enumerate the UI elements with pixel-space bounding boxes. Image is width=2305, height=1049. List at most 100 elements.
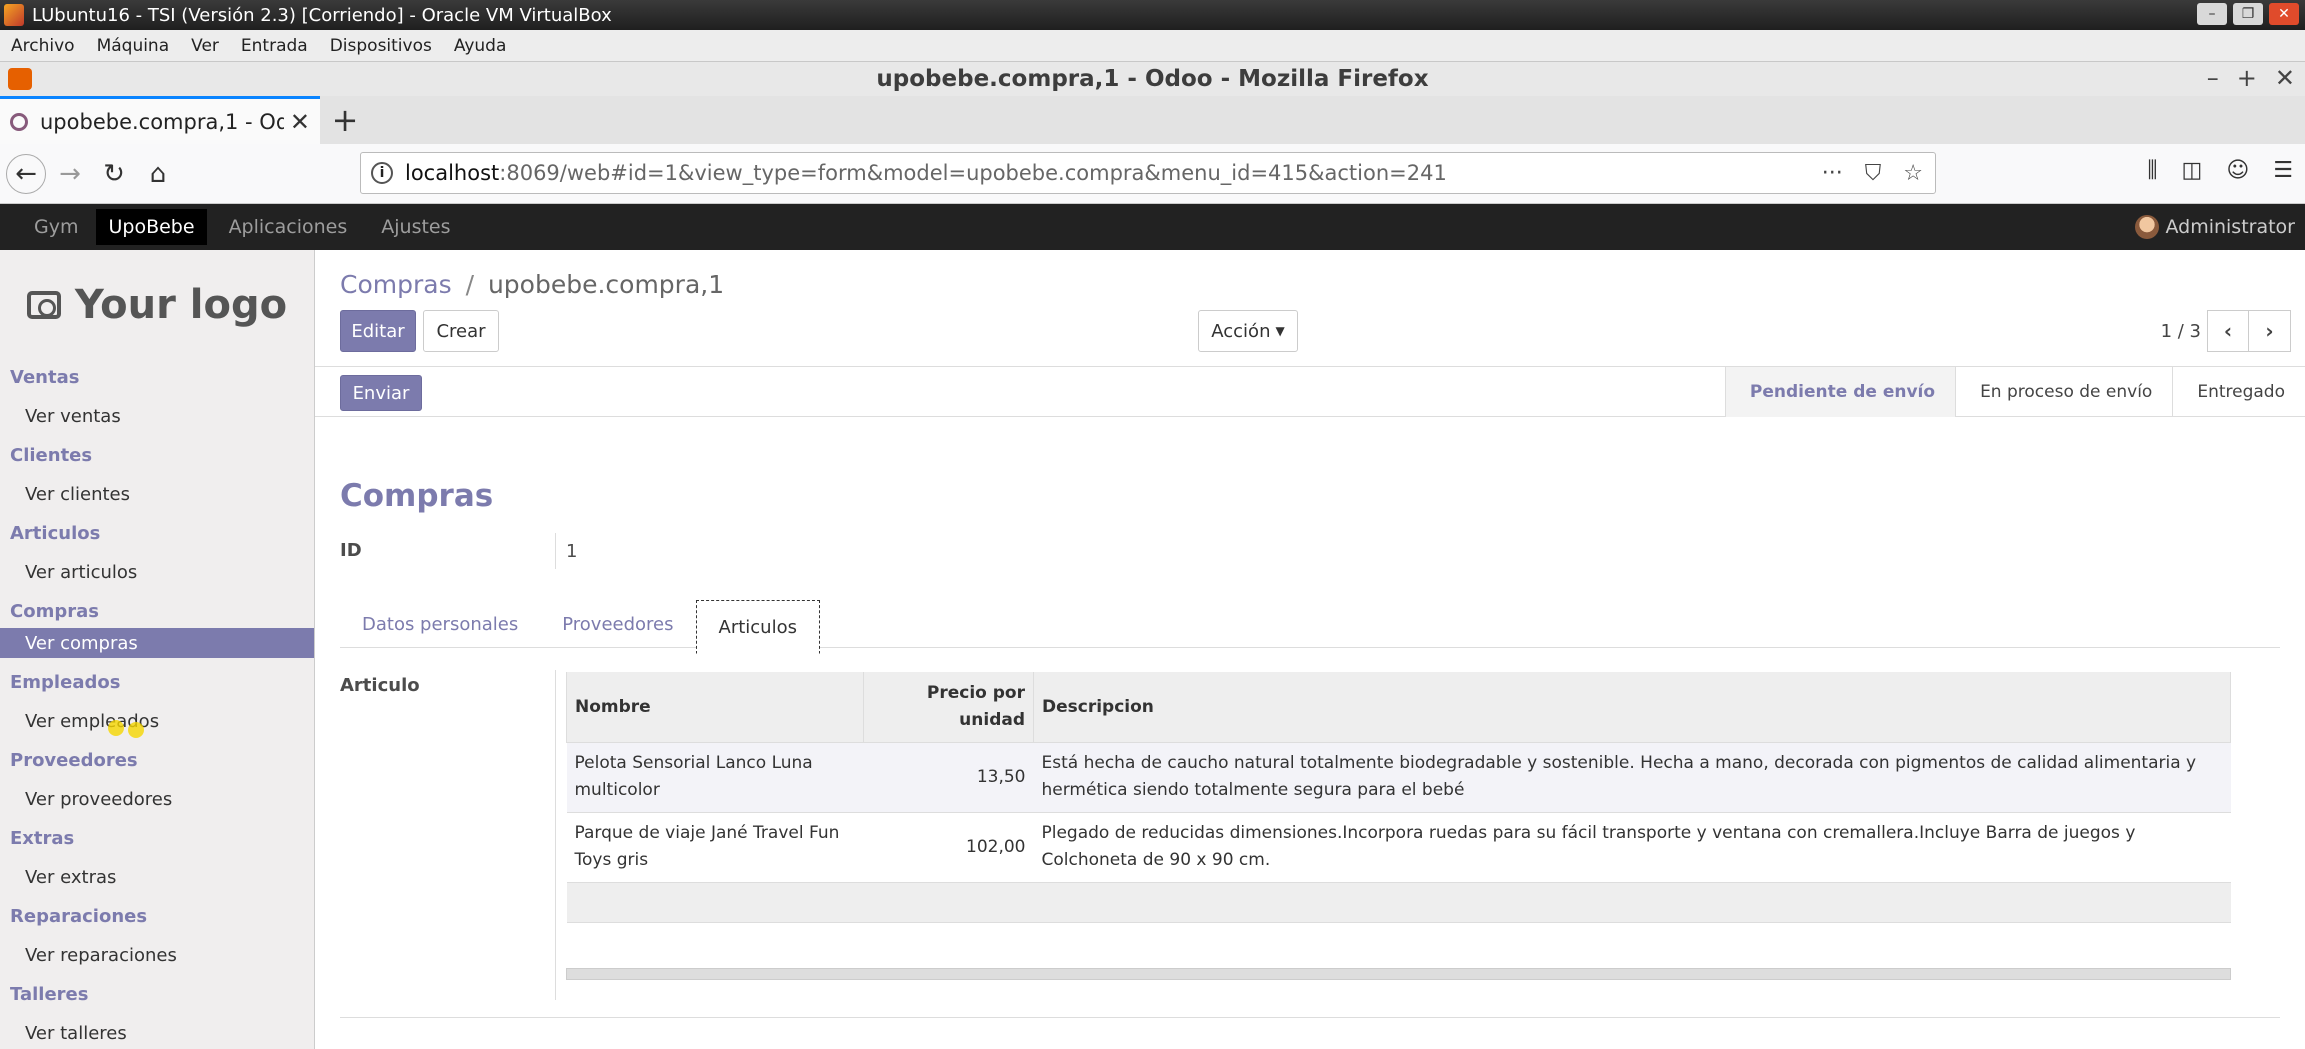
close-button[interactable]: ✕: [2269, 3, 2299, 25]
browser-tab[interactable]: upobebe.compra,1 - Odoo - Mozilla Firefo…: [0, 96, 320, 144]
sidebar-item-ver-talleres[interactable]: Ver talleres: [0, 1011, 314, 1049]
library-icon[interactable]: ⫼: [2147, 158, 2157, 183]
main-content: Compras / upobebe.compra,1 Editar Crear …: [315, 250, 2305, 1049]
app-gym[interactable]: Gym: [22, 209, 90, 245]
sidebar-item-ver-extras[interactable]: Ver extras: [0, 855, 314, 899]
sidebar-item-ver-ventas[interactable]: Ver ventas: [0, 394, 314, 438]
ff-maximize-icon[interactable]: +: [2237, 64, 2257, 92]
hamburger-menu-icon[interactable]: ☰: [2273, 158, 2293, 183]
url-bar[interactable]: i localhost:8069/web#id=1&view_type=form…: [360, 152, 1936, 194]
pager-previous-icon[interactable]: ‹: [2207, 310, 2249, 352]
menu-archivo[interactable]: Archivo: [0, 36, 86, 56]
virtualbox-title-bar: LUbuntu16 - TSI (Versión 2.3) [Corriendo…: [0, 0, 2305, 30]
table-row[interactable]: Parque de viaje Jané Travel Fun Toys gri…: [566, 812, 2231, 883]
sidebar-section-compras: Compras: [10, 600, 99, 622]
pager-next-icon[interactable]: ›: [2249, 310, 2291, 352]
firefox-title-bar: upobebe.compra,1 - Odoo - Mozilla Firefo…: [0, 62, 2305, 96]
edit-button[interactable]: Editar: [340, 310, 416, 352]
minimize-button[interactable]: –: [2197, 3, 2227, 25]
app-aplicaciones[interactable]: Aplicaciones: [217, 209, 360, 245]
menu-ayuda[interactable]: Ayuda: [443, 36, 518, 56]
odoo-main-navbar: Gym UpoBebe Aplicaciones Ajustes Adminis…: [0, 204, 2305, 250]
virtualbox-window-title: LUbuntu16 - TSI (Versión 2.3) [Corriendo…: [32, 4, 612, 26]
sidebar-item-ver-compras[interactable]: Ver compras: [0, 628, 314, 658]
send-button[interactable]: Enviar: [340, 375, 422, 411]
info-icon[interactable]: i: [371, 162, 393, 184]
cell-descripcion: Está hecha de caucho natural totalmente …: [1033, 742, 2231, 813]
breadcrumb-current: upobebe.compra,1: [487, 270, 725, 299]
create-button[interactable]: Crear: [423, 310, 499, 352]
company-logo[interactable]: Your logo: [0, 250, 314, 360]
caret-down-icon: ▼: [1275, 324, 1285, 338]
menu-maquina[interactable]: Máquina: [86, 36, 181, 56]
action-button-label: Acción: [1211, 320, 1271, 342]
page-actions-icon[interactable]: ···: [1822, 161, 1843, 186]
app-upobebe[interactable]: UpoBebe: [96, 209, 207, 245]
sidebar-section-proveedores: Proveedores: [10, 749, 138, 771]
reload-icon[interactable]: ↻: [94, 154, 134, 194]
tab-proveedores[interactable]: Proveedores: [540, 600, 695, 648]
column-header-nombre[interactable]: Nombre: [566, 672, 864, 743]
url-host: localhost: [405, 161, 500, 185]
tab-datos-personales[interactable]: Datos personales: [340, 600, 540, 648]
ff-minimize-icon[interactable]: –: [2207, 64, 2219, 92]
tab-articulos[interactable]: Articulos: [695, 600, 820, 654]
cell-descripcion: Plegado de reducidas dimensiones.Incorpo…: [1033, 812, 2231, 883]
horizontal-scrollbar[interactable]: [566, 968, 2231, 980]
menu-ver[interactable]: Ver: [180, 36, 230, 56]
pocket-icon[interactable]: ⛉: [1865, 161, 1882, 186]
menu-entrada[interactable]: Entrada: [230, 36, 319, 56]
firefox-tab-strip: upobebe.compra,1 - Odoo - Mozilla Firefo…: [0, 96, 2305, 144]
action-dropdown-button[interactable]: Acción ▼: [1198, 310, 1298, 352]
sidebar: Your logo Ventas Ver ventas Clientes Ver…: [0, 250, 315, 1049]
breadcrumb-separator: /: [465, 270, 474, 299]
form-statusbar: Enviar Pendiente de envío En proceso de …: [315, 367, 2305, 417]
firefox-window-title: upobebe.compra,1 - Odoo - Mozilla Firefo…: [876, 66, 1429, 92]
table-row[interactable]: Pelota Sensorial Lanco Luna multicolor 1…: [566, 742, 2231, 813]
restore-button[interactable]: ❐: [2233, 3, 2263, 25]
close-tab-icon[interactable]: ✕: [290, 108, 310, 136]
table-empty-row: [566, 882, 2231, 923]
articulos-table: Nombre Precio por unidad Descripcion Pel…: [566, 672, 2231, 923]
cell-precio: 13,50: [863, 742, 1034, 813]
sidebar-section-ventas: Ventas: [10, 366, 80, 388]
cell-nombre: Parque de viaje Jané Travel Fun Toys gri…: [566, 812, 864, 883]
sidebar-item-ver-reparaciones[interactable]: Ver reparaciones: [0, 933, 314, 977]
new-tab-icon[interactable]: +: [320, 96, 370, 144]
sidebar-section-clientes: Clientes: [10, 444, 93, 466]
stage-entregado[interactable]: Entregado: [2172, 367, 2305, 417]
pager: 1 / 3 ‹ ›: [2161, 310, 2291, 352]
app-ajustes[interactable]: Ajustes: [369, 209, 462, 245]
sidebar-item-ver-clientes[interactable]: Ver clientes: [0, 472, 314, 516]
column-header-precio[interactable]: Precio por unidad: [863, 672, 1034, 743]
browser-tab-title: upobebe.compra,1 - Odoo - Mozilla Firefo…: [40, 109, 284, 134]
firefox-nav-bar: ← → ↻ ⌂ i localhost:8069/web#id=1&view_t…: [0, 144, 2305, 204]
sidebar-section-talleres: Talleres: [10, 983, 89, 1005]
articulos-list: Nombre Precio por unidad Descripcion Pel…: [555, 670, 2280, 1000]
sidebar-section-empleados: Empleados: [10, 671, 121, 693]
breadcrumb: Compras / upobebe.compra,1: [340, 270, 724, 299]
odoo-favicon-icon: [10, 112, 28, 131]
sidebar-item-ver-articulos[interactable]: Ver articulos: [0, 550, 314, 594]
account-icon[interactable]: ☺: [2226, 158, 2249, 183]
ff-close-icon[interactable]: ✕: [2275, 64, 2295, 92]
camera-icon: [26, 291, 61, 319]
back-icon[interactable]: ←: [6, 153, 46, 194]
sidebar-toggle-icon[interactable]: ◫: [2182, 158, 2203, 183]
menu-dispositivos[interactable]: Dispositivos: [319, 36, 443, 56]
stage-en-proceso-envio[interactable]: En proceso de envío: [1955, 367, 2172, 417]
bookmark-star-icon[interactable]: ☆: [1903, 161, 1923, 186]
stage-pendiente-envio[interactable]: Pendiente de envío: [1724, 367, 1956, 417]
user-menu[interactable]: Administrator: [2135, 215, 2295, 239]
column-header-descripcion[interactable]: Descripcion: [1033, 672, 2231, 743]
sidebar-section-extras: Extras: [10, 827, 75, 849]
url-path: :8069/web#id=1&view_type=form&model=upob…: [499, 161, 1447, 185]
sidebar-item-ver-proveedores[interactable]: Ver proveedores: [0, 777, 314, 821]
firefox-icon: [8, 68, 32, 90]
id-value: 1: [555, 533, 577, 569]
sidebar-item-ver-empleados[interactable]: Ver empleados: [0, 699, 314, 743]
logo-text: Your logo: [74, 282, 288, 328]
forward-icon[interactable]: →: [50, 154, 90, 194]
home-icon[interactable]: ⌂: [138, 154, 178, 194]
breadcrumb-parent-link[interactable]: Compras: [340, 270, 452, 299]
